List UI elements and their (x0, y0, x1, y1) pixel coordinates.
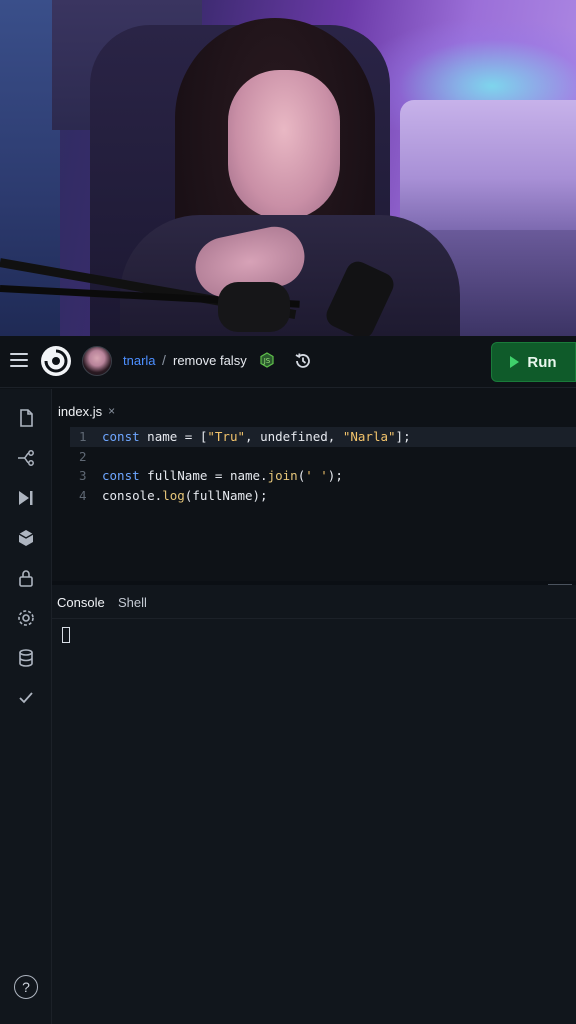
mic-mount (218, 282, 290, 332)
line-number: 3 (79, 468, 87, 483)
help-button[interactable]: ? (14, 975, 38, 999)
replit-logo-icon[interactable] (40, 345, 72, 377)
svg-text:JS: JS (263, 357, 271, 365)
breadcrumb-user-link[interactable]: tnarla (123, 353, 156, 368)
code-line[interactable]: 4 console. log (fullName); (70, 486, 576, 506)
tab-console[interactable]: Console (57, 595, 105, 610)
code-line[interactable]: 1 const name = ["Tru", undefined, "Narla"… (70, 427, 576, 447)
repl-name[interactable]: remove falsy (173, 353, 247, 368)
packages-icon[interactable] (16, 528, 36, 548)
code-token: , undefined, (245, 429, 343, 444)
secrets-lock-icon[interactable] (16, 568, 36, 588)
code-token: "Narla" (342, 429, 396, 444)
console-cursor[interactable] (62, 627, 70, 643)
breadcrumb-separator: / (162, 352, 166, 368)
code-lines[interactable]: 1 const name = ["Tru", undefined, "Narla"… (70, 427, 576, 505)
database-icon[interactable] (16, 648, 36, 668)
git-branch-icon[interactable] (16, 448, 36, 468)
code-editor[interactable]: index.js × 1 const name = ["Tru", undefin… (52, 389, 576, 581)
code-token: "Tru" (207, 429, 246, 444)
code-token: const (102, 429, 140, 444)
code-token: fullName = name. (139, 468, 268, 483)
settings-gear-icon[interactable] (16, 608, 36, 628)
code-token: ( (297, 468, 306, 483)
streamer-face (228, 70, 340, 220)
code-line[interactable]: 2 (70, 447, 576, 467)
nodejs-icon: JS (260, 352, 274, 368)
code-token: ]; (395, 429, 411, 444)
console-pane: Console Shell (52, 585, 576, 1024)
code-token: join (267, 468, 298, 483)
code-token: ); (327, 468, 343, 483)
code-token: console. (102, 487, 163, 503)
history-icon[interactable] (293, 351, 313, 371)
line-number: 2 (79, 448, 87, 464)
code-line[interactable]: 3 const fullName = name. join(' '); (70, 466, 576, 486)
avatar[interactable] (82, 346, 112, 376)
code-token: (fullName); (184, 487, 268, 503)
background-couch (400, 100, 576, 230)
run-button[interactable]: Run (491, 342, 576, 382)
code-token: ' ' (305, 468, 328, 483)
close-icon[interactable]: × (108, 404, 115, 418)
tab-label: index.js (58, 403, 103, 419)
left-sidebar (0, 389, 52, 1024)
run-button-label: Run (527, 353, 557, 371)
files-icon[interactable] (16, 408, 36, 428)
tab-index-js[interactable]: index.js × (58, 402, 115, 420)
checkmark-icon[interactable] (16, 688, 36, 708)
line-number: 1 (79, 429, 87, 444)
top-toolbar: tnarla / remove falsy JS Run (0, 336, 576, 388)
code-token: log (162, 487, 185, 503)
webcam-video (0, 0, 576, 336)
play-icon (510, 356, 520, 368)
code-token: name = [ (139, 429, 208, 444)
console-tabs: Console Shell (52, 585, 576, 619)
menu-icon[interactable] (10, 353, 28, 367)
debugger-icon[interactable] (16, 488, 36, 508)
code-token: const (102, 468, 140, 483)
line-number: 4 (79, 487, 87, 503)
tab-shell[interactable]: Shell (118, 595, 147, 610)
